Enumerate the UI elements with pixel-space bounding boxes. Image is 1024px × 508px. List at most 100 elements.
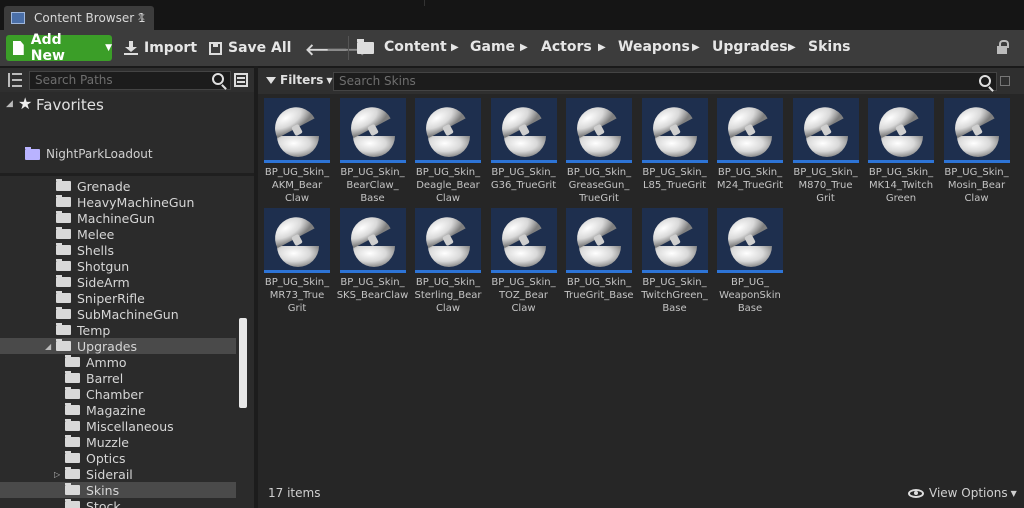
asset-label: BP_UG_Skin_ Sterling_Bear Claw (411, 276, 485, 315)
asset-tile[interactable]: BP_UG_Skin_ BearClaw_ Base (339, 98, 408, 206)
blueprint-thumbnail-icon (641, 208, 708, 273)
sources-panel: Search Paths ◢ ★ Favorites NightParkLoad… (0, 68, 254, 508)
tree-item-magazine[interactable]: Magazine (0, 402, 236, 418)
tree-item-ammo[interactable]: Ammo (0, 354, 236, 370)
tree-item-label: Stock (86, 498, 121, 508)
asset-tile[interactable]: BP_UG_Skin_ Sterling_Bear Claw (414, 208, 483, 316)
breadcrumb-item-actors[interactable]: Actors (541, 39, 592, 55)
close-icon[interactable]: ✕ (137, 11, 146, 24)
blueprint-thumbnail-icon (641, 98, 708, 163)
blueprint-thumbnail-icon (339, 208, 406, 273)
breadcrumb-item-skins[interactable]: Skins (808, 39, 851, 55)
tree-scrollbar[interactable] (239, 318, 247, 408)
folder-icon (56, 211, 71, 223)
import-button[interactable]: Import (124, 35, 197, 61)
asset-tile[interactable]: BP_UG_Skin_ G36_TrueGrit (490, 98, 559, 206)
tab-bar-divider (424, 0, 425, 6)
breadcrumb-arrow-icon[interactable]: ▶ (451, 42, 459, 53)
tree-item-temp[interactable]: Temp (0, 322, 236, 338)
asset-label-line: BP_UG_Skin_ (415, 277, 481, 288)
breadcrumb-arrow-icon[interactable]: ▶ (692, 42, 700, 53)
asset-label-line: Base (662, 303, 687, 314)
asset-label-line: BP_UG_Skin_ (491, 167, 556, 178)
asset-tile[interactable]: BP_UG_Skin_ Deagle_Bear Claw (415, 98, 483, 206)
search-icon[interactable] (212, 73, 224, 85)
asset-tile[interactable]: BP_UG_Skin_ TOZ_Bear Claw (490, 208, 559, 316)
tree-item-optics[interactable]: Optics (0, 450, 236, 466)
breadcrumb-item-upgrades[interactable]: Upgrades (712, 39, 788, 55)
tree-item-miscellaneous[interactable]: Miscellaneous (0, 418, 236, 434)
asset-tile[interactable]: BP_UG_Skin_ M870_True Grit (792, 98, 861, 206)
asset-tile[interactable]: BP_UG_ WeaponSkin Base (717, 208, 785, 316)
favorites-title[interactable]: Favorites (36, 96, 104, 114)
import-label: Import (144, 40, 198, 56)
breadcrumb-item-weapons[interactable]: Weapons (618, 39, 690, 55)
asset-label-line: M870_True (798, 180, 853, 191)
breadcrumb-arrow-icon[interactable]: ▶ (788, 42, 796, 53)
add-new-label: Add New (30, 32, 65, 64)
tree-item-shotgun[interactable]: Shotgun (0, 258, 236, 274)
tree-item-label: Grenade (77, 178, 131, 194)
lock-icon[interactable] (997, 40, 1009, 55)
tab-bar: Content Browser 1 ✕ (0, 0, 1024, 30)
chevron-down-icon: ▼ (326, 75, 333, 85)
tree-item-barrel[interactable]: Barrel (0, 370, 236, 386)
search-paths-input[interactable]: Search Paths (29, 71, 231, 90)
tree-item-machinegun[interactable]: MachineGun (0, 210, 236, 226)
expanded-arrow-icon[interactable]: ◢ (45, 342, 51, 351)
toolbar-separator (348, 36, 349, 60)
tree-item-muzzle[interactable]: Muzzle (0, 434, 236, 450)
folder-icon (56, 259, 71, 271)
asset-tile[interactable]: BP_UG_Skin_ AKM_Bear Claw (264, 98, 332, 206)
asset-tile[interactable]: BP_UG_Skin_ TwitchGreen_ Base (641, 208, 710, 316)
tree-item-chamber[interactable]: Chamber (0, 386, 236, 402)
tree-item-label: Upgrades (77, 338, 137, 354)
tree-item-upgrades[interactable]: ◢ Upgrades (0, 338, 236, 354)
search-assets-input[interactable]: Search Skins (333, 72, 997, 91)
tree-item-sniperrifle[interactable]: SniperRifle (0, 290, 236, 306)
collapsed-arrow-icon[interactable]: ▷ (54, 470, 60, 479)
breadcrumb-arrow-icon[interactable]: ▶ (520, 42, 528, 53)
asset-tile[interactable]: BP_UG_Skin_ L85_TrueGrit (641, 98, 710, 206)
search-icon[interactable] (979, 75, 991, 87)
tab-content-browser[interactable]: Content Browser 1 ✕ (4, 6, 154, 30)
asset-view: Filters ▼ Search Skins BP_UG_Skin_ AKM_Be… (258, 68, 1024, 508)
import-icon (124, 41, 138, 55)
breadcrumb-item-game[interactable]: Game (470, 39, 515, 55)
asset-tile[interactable]: BP_UG_Skin_ MK14_Twitch Green (868, 98, 936, 206)
tree-item-submachinegun[interactable]: SubMachineGun (0, 306, 236, 322)
item-count: 17 items (268, 486, 321, 500)
favorite-item[interactable]: NightParkLoadout (25, 146, 153, 162)
asset-tile[interactable]: BP_UG_Skin_ GreaseGun_ TrueGrit (566, 98, 634, 206)
tree-item-grenade[interactable]: Grenade (0, 178, 236, 194)
tree-item-shells[interactable]: Shells (0, 242, 236, 258)
filters-button[interactable]: Filters ▼ (266, 73, 333, 87)
asset-tile[interactable]: BP_UG_Skin_ SKS_BearClaw (337, 208, 408, 316)
asset-label-line: BP_UG_Skin_ (868, 167, 934, 178)
collapse-arrow-icon[interactable]: ◢ (6, 99, 13, 109)
asset-label-line: M24_TrueGrit (716, 180, 784, 191)
tree-item-melee[interactable]: Melee (0, 226, 236, 242)
add-new-button[interactable]: Add New ▼ (6, 32, 112, 64)
tree-item-sidearm[interactable]: SideArm (0, 274, 236, 290)
view-options-button[interactable]: View Options ▼ (908, 486, 1017, 500)
breadcrumb-arrow-icon[interactable]: ▶ (598, 42, 606, 53)
save-search-icon[interactable] (1000, 76, 1010, 86)
asset-tile[interactable]: BP_UG_Skin_ M24_TrueGrit (717, 98, 785, 206)
folder-icon[interactable] (357, 39, 374, 54)
tree-item-heavymachinegun[interactable]: HeavyMachineGun (0, 194, 236, 210)
view-list-icon[interactable] (234, 73, 248, 87)
asset-label: BP_UG_Skin_ TrueGrit_Base (562, 276, 636, 302)
asset-tile[interactable]: BP_UG_Skin_ TrueGrit_Base (564, 208, 634, 316)
breadcrumb-item-content[interactable]: Content (384, 39, 447, 55)
tree-item-siderail[interactable]: ▷ Siderail (0, 466, 236, 482)
save-all-label: Save All (228, 40, 292, 56)
asset-label: BP_UG_ WeaponSkin Base (713, 276, 787, 315)
asset-tile[interactable]: BP_UG_Skin_ Mosin_Bear Claw (943, 98, 1012, 206)
tree-item-skins[interactable]: Skins (0, 482, 236, 498)
asset-label-line: Deagle_Bear (416, 180, 480, 191)
tree-item-stock[interactable]: Stock (0, 498, 236, 508)
asset-tile[interactable]: BP_UG_Skin_ MR73_True Grit (264, 208, 332, 316)
tree-toggle-icon[interactable] (8, 73, 22, 87)
save-all-button[interactable]: Save All (209, 35, 291, 61)
